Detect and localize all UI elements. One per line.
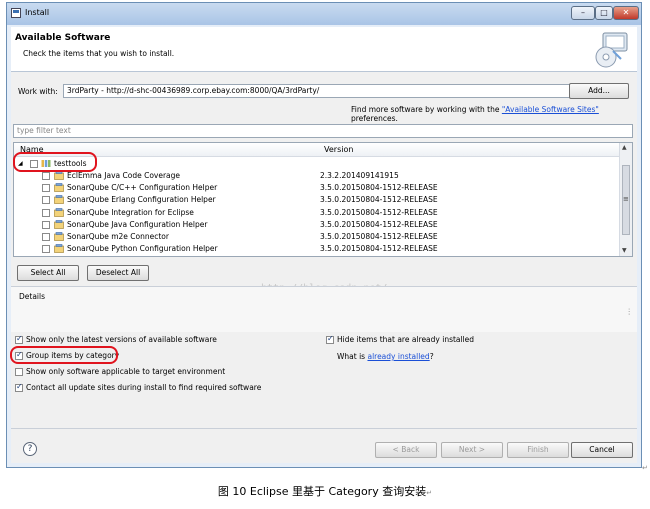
plugin-icon xyxy=(54,171,64,180)
available-sites-link[interactable]: "Available Software Sites" xyxy=(502,105,599,114)
tree-item-row[interactable]: SonarQube Java Configuration Helper 3.5.0… xyxy=(14,219,620,231)
window-title: Install xyxy=(25,8,50,17)
tree-item-row[interactable]: SonarQube Python Configuration Helper 3.5… xyxy=(14,243,620,255)
install-dialog: Install – □ ✕ Available Software Check t… xyxy=(6,2,642,468)
contact-sites-label: Contact all update sites during install … xyxy=(26,383,262,392)
filter-input[interactable]: type filter text xyxy=(13,124,633,138)
item-checkbox[interactable] xyxy=(42,245,50,254)
item-checkbox[interactable] xyxy=(42,172,50,180)
show-latest-checkbox[interactable] xyxy=(15,334,23,344)
target-env-checkbox[interactable] xyxy=(15,368,23,376)
hide-installed-label: Hide items that are already installed xyxy=(337,335,475,344)
install-cd-icon xyxy=(595,32,628,68)
hide-installed-checkbox[interactable] xyxy=(326,334,334,344)
contact-sites-checkbox[interactable] xyxy=(15,382,23,392)
tree-group-row[interactable]: ◢ testtools xyxy=(14,158,620,170)
already-installed-link[interactable]: already installed xyxy=(367,352,429,361)
what-is-suffix: ? xyxy=(429,352,434,361)
caption-mark: ↵ xyxy=(426,489,433,497)
highlight-testtools xyxy=(13,152,97,172)
item-checkbox[interactable] xyxy=(42,196,50,205)
item-name: SonarQube C/C++ Configuration Helper xyxy=(67,183,218,193)
select-all-button[interactable]: Select All xyxy=(17,265,79,281)
item-version: 3.5.0.20150804-1512-RELEASE xyxy=(320,219,438,229)
scroll-down-icon[interactable]: ▼ xyxy=(622,247,627,254)
what-is-prefix: What is xyxy=(337,352,368,361)
item-version: 3.5.0.20150804-1512-RELEASE xyxy=(320,207,438,217)
close-button[interactable]: ✕ xyxy=(613,6,639,20)
details-scroll-icon[interactable]: ⋮ xyxy=(626,307,634,316)
page-subtitle: Check the items that you wish to install… xyxy=(23,49,175,58)
tree-header: Name Version xyxy=(14,143,620,157)
find-more-text: Find more software by working with the "… xyxy=(351,105,637,123)
scroll-up-icon[interactable]: ▲ xyxy=(622,144,627,151)
item-checkbox[interactable] xyxy=(42,233,50,241)
details-pane: Details ⋮ xyxy=(11,287,637,332)
deselect-all-button[interactable]: Deselect All xyxy=(87,265,149,281)
title-bar[interactable]: Install – □ ✕ xyxy=(7,3,641,25)
item-name: EclEmma Java Code Coverage xyxy=(67,171,181,180)
figure-caption: 图 10 Eclipse 里基于 Category 查询安装↵ xyxy=(0,483,650,499)
wizard-header: Available Software Check the items that … xyxy=(11,27,637,72)
caption-text: 图 10 Eclipse 里基于 Category 查询安装 xyxy=(217,485,427,498)
tree-item-row[interactable]: SonarQube m2e Connector 3.5.0.20150804-15… xyxy=(14,231,620,243)
item-name: SonarQube Java Configuration Helper xyxy=(67,219,208,229)
minimize-button[interactable]: – xyxy=(571,6,595,20)
software-tree[interactable]: Name Version ◢ testtools EclEmma Java Code… xyxy=(13,142,633,257)
item-checkbox[interactable] xyxy=(42,208,50,217)
page-title: Available Software xyxy=(15,33,111,43)
maximize-button[interactable]: □ xyxy=(595,6,613,20)
window-icon xyxy=(11,8,21,18)
target-env-label: Show only software applicable to target … xyxy=(26,367,226,376)
tree-item-row[interactable]: SonarQube C/C++ Configuration Helper 3.5.… xyxy=(14,182,620,194)
details-label: Details xyxy=(19,292,46,301)
work-with-value: 3rdParty - http://d-shc-00436989.corp.eb… xyxy=(67,86,320,95)
find-more-suffix: preferences. xyxy=(351,114,398,123)
highlight-group-by-category xyxy=(10,346,118,364)
dialog-client: Available Software Check the items that … xyxy=(11,27,637,463)
what-is-installed-text: What is already installed? xyxy=(337,352,434,361)
tree-item-row[interactable]: SonarQube Erlang Configuration Helper 3.5… xyxy=(14,194,620,206)
item-name: SonarQube Python Configuration Helper xyxy=(67,244,218,254)
item-version: 3.5.0.20150804-1512-RELEASE xyxy=(320,183,438,193)
tree-item-row[interactable]: EclEmma Java Code Coverage 2.3.2.20140914… xyxy=(14,170,620,182)
button-bar-separator xyxy=(11,428,637,429)
cancel-button[interactable]: Cancel xyxy=(571,442,633,458)
help-icon[interactable]: ? xyxy=(23,442,37,456)
add-site-button[interactable]: Add... xyxy=(569,83,629,99)
tree-scrollbar[interactable]: ▲ ≡ ▼ xyxy=(619,143,632,256)
plugin-icon xyxy=(54,244,64,253)
wizard-body: Work with: 3rdParty - http://d-shc-00436… xyxy=(11,72,637,463)
show-latest-label: Show only the latest versions of availab… xyxy=(26,335,217,344)
next-button[interactable]: Next > xyxy=(441,442,503,458)
plugin-icon xyxy=(54,183,64,192)
paragraph-mark: ↵ xyxy=(642,464,648,472)
item-checkbox[interactable] xyxy=(42,184,50,193)
find-more-prefix: Find more software by working with the xyxy=(351,105,502,114)
item-version: 2.3.2.201409141915 xyxy=(320,171,399,180)
tree-item-row[interactable]: SonarQube Integration for Eclipse 3.5.0.2… xyxy=(14,207,620,219)
work-with-label: Work with: xyxy=(18,87,58,96)
finish-button[interactable]: Finish xyxy=(507,442,569,458)
back-button[interactable]: < Back xyxy=(375,442,437,458)
item-version: 3.5.0.20150804-1512-RELEASE xyxy=(320,232,438,241)
item-name: SonarQube m2e Connector xyxy=(67,232,169,241)
item-version: 3.5.0.20150804-1512-RELEASE xyxy=(320,195,438,205)
item-checkbox[interactable] xyxy=(42,220,50,229)
plugin-icon xyxy=(54,195,64,205)
scroll-grip-icon: ≡ xyxy=(623,195,629,203)
plugin-icon xyxy=(54,232,64,241)
item-name: SonarQube Integration for Eclipse xyxy=(67,207,194,217)
work-with-combo[interactable]: 3rdParty - http://d-shc-00436989.corp.eb… xyxy=(63,84,580,98)
plugin-icon xyxy=(54,219,64,229)
item-version: 3.5.0.20150804-1512-RELEASE xyxy=(320,244,438,254)
column-version[interactable]: Version xyxy=(324,145,353,154)
plugin-icon xyxy=(54,207,64,217)
item-name: SonarQube Erlang Configuration Helper xyxy=(67,195,216,205)
